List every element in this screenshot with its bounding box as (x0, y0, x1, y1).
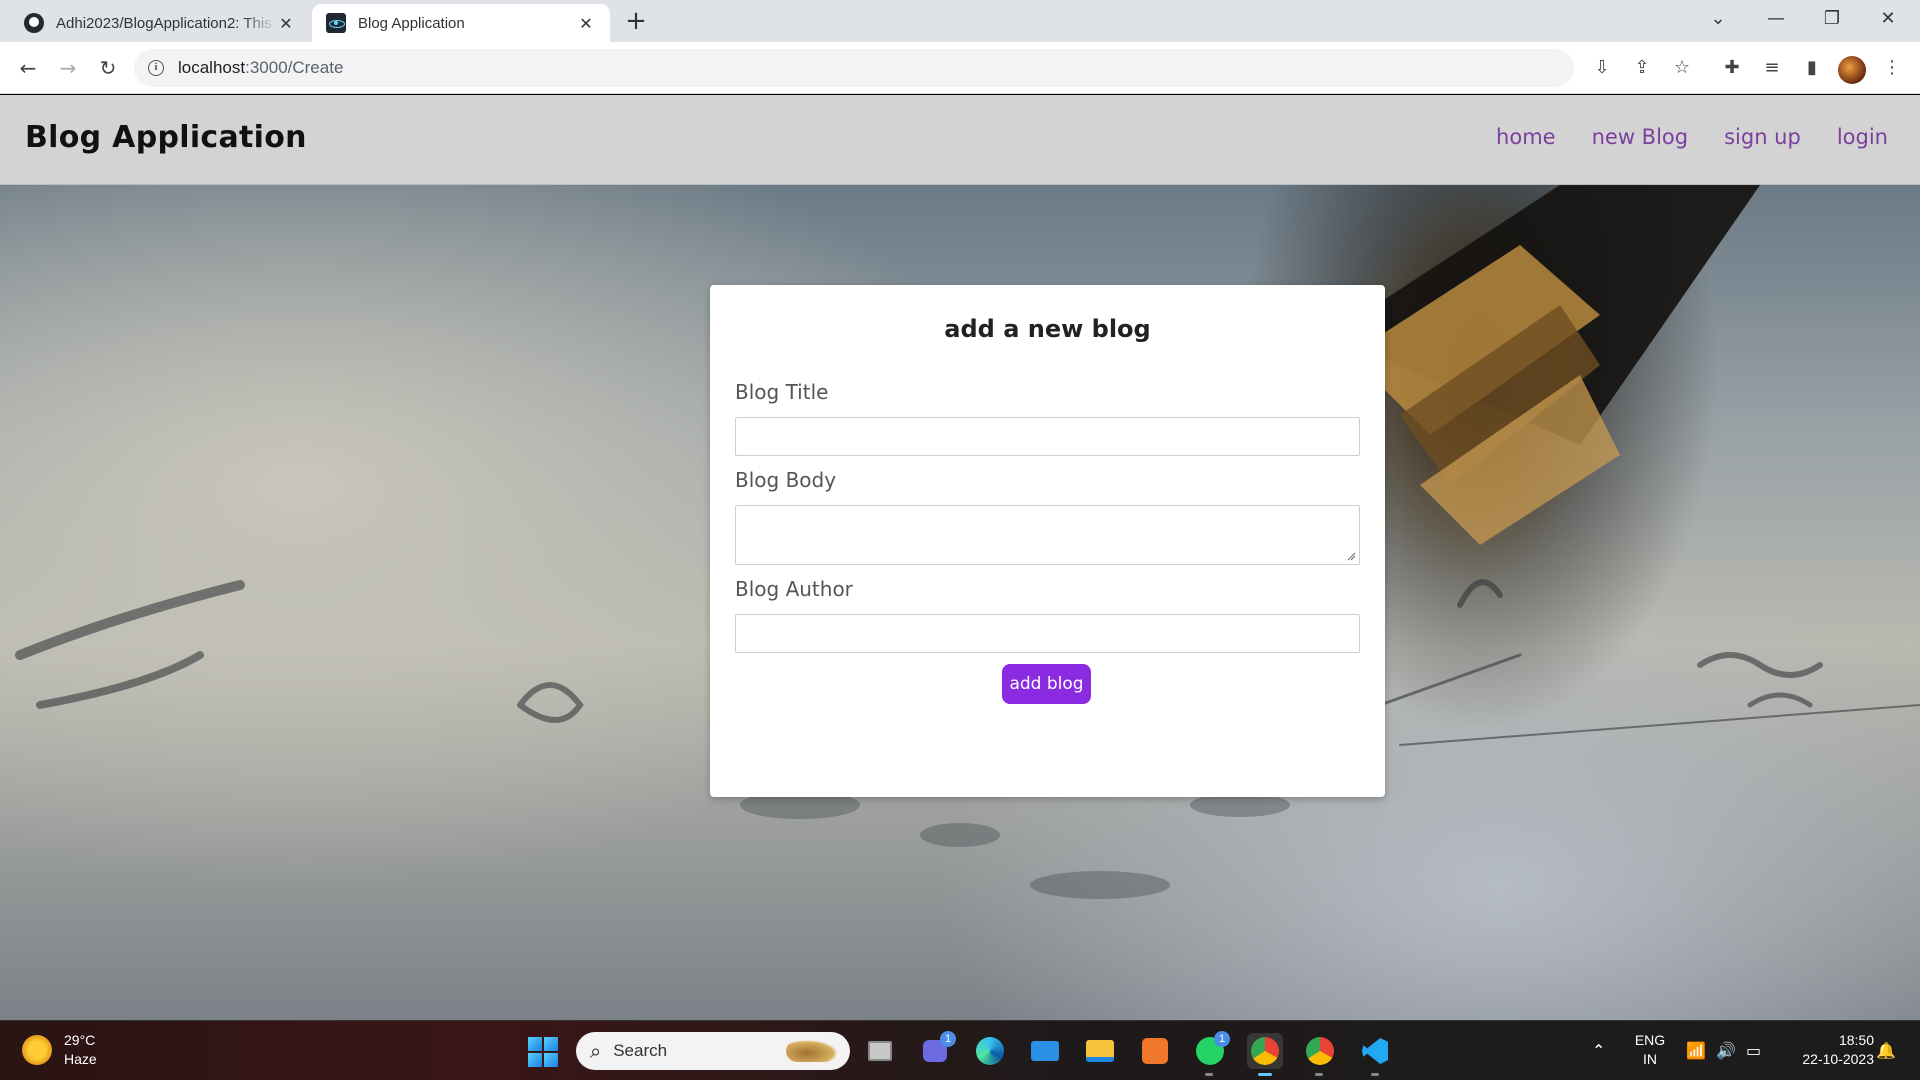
weather-temperature: 29°C (64, 1032, 96, 1048)
forward-icon[interactable]: → (52, 52, 84, 84)
blog-body-textarea[interactable] (735, 505, 1360, 565)
windows-start-icon[interactable] (528, 1037, 558, 1067)
wifi-icon[interactable]: 📶 (1686, 1041, 1706, 1060)
github-icon (24, 13, 44, 33)
clock-time: 18:50 (1838, 1032, 1874, 1048)
tab-blog-application[interactable]: Blog Application ✕ (312, 4, 610, 42)
close-window-button[interactable]: ✕ (1860, 0, 1916, 40)
url-host: localhost (178, 58, 246, 77)
tab-title: Blog Application (358, 14, 465, 32)
search-icon: ⌕ (590, 1039, 602, 1063)
running-app-indicator (1315, 1073, 1323, 1076)
chrome-profile-icon[interactable] (1302, 1033, 1338, 1069)
form-heading: add a new blog (944, 315, 1151, 343)
site-navbar: Blog Application home new Blog sign up l… (0, 95, 1920, 185)
teams-badge: 1 (940, 1031, 956, 1047)
language-code: ENG (1634, 1032, 1666, 1048)
install-icon[interactable]: ⇩ (1588, 54, 1616, 82)
notification-bell-icon[interactable]: 🔔 (1876, 1041, 1896, 1060)
edge-icon[interactable] (972, 1033, 1008, 1069)
react-icon (326, 13, 346, 33)
running-app-indicator (1371, 1073, 1379, 1076)
windows-taskbar: 29°C Haze ⌕ Search 1 1 ⌃ ENG IN 📶 🔊 ▭ 18… (0, 1020, 1920, 1080)
taskbar-search[interactable]: ⌕ Search (576, 1032, 850, 1070)
blog-body-label: Blog Body (735, 468, 837, 492)
url-text: localhost:3000/Create (178, 58, 343, 78)
extensions-icon[interactable]: ✚ (1718, 54, 1746, 82)
add-blog-button[interactable]: add blog (1002, 664, 1091, 704)
browser-tab-strip: Adhi2023/BlogApplication2: This ✕ Blog A… (0, 0, 1920, 42)
search-highlight-icon (786, 1040, 838, 1062)
running-app-indicator (1205, 1073, 1213, 1076)
language-indicator[interactable]: ENG IN (1628, 1031, 1672, 1069)
blog-title-label: Blog Title (735, 380, 829, 404)
battery-icon[interactable]: ▭ (1746, 1041, 1761, 1060)
side-panel-icon[interactable]: ▮ (1798, 54, 1826, 82)
xampp-icon[interactable] (1137, 1033, 1173, 1069)
address-bar[interactable]: i localhost:3000/Create (134, 49, 1574, 87)
show-hidden-icons-chevron-up-icon[interactable]: ⌃ (1592, 1041, 1605, 1060)
clock[interactable]: 18:50 22-10-2023 (1780, 1031, 1874, 1069)
info-icon[interactable]: i (148, 60, 164, 76)
chrome-icon-active[interactable] (1247, 1033, 1283, 1069)
weather-widget[interactable]: 29°C Haze (22, 1031, 97, 1069)
reading-list-icon[interactable]: ≡ (1758, 54, 1786, 82)
nav-link-login[interactable]: login (1837, 125, 1888, 149)
blog-title-input[interactable] (735, 417, 1360, 456)
weather-sun-icon (22, 1035, 52, 1065)
mail-icon[interactable] (1027, 1033, 1063, 1069)
menu-dots-icon[interactable]: ⋮ (1878, 54, 1906, 82)
active-app-indicator (1258, 1073, 1272, 1076)
file-explorer-icon[interactable] (1082, 1033, 1118, 1069)
restore-button[interactable]: ❐ (1804, 0, 1860, 40)
tab-title: Adhi2023/BlogApplication2: This (56, 14, 272, 32)
bookmark-star-icon[interactable]: ☆ (1668, 54, 1696, 82)
add-blog-card: add a new blog Blog Title Blog Body Blog… (710, 285, 1385, 797)
resize-grip-icon[interactable] (1346, 551, 1356, 561)
tab-github[interactable]: Adhi2023/BlogApplication2: This ✕ (10, 4, 310, 42)
profile-avatar[interactable] (1838, 56, 1866, 84)
browser-toolbar: ← → ↻ i localhost:3000/Create ⇩ ⇪ ☆ ✚ ≡ … (0, 42, 1920, 94)
tab-search-icon[interactable]: ⌄ (1690, 0, 1746, 40)
weather-text: 29°C Haze (64, 1031, 97, 1069)
task-view-icon[interactable] (862, 1033, 898, 1069)
close-tab-icon[interactable]: ✕ (276, 14, 296, 33)
vscode-icon[interactable] (1357, 1033, 1393, 1069)
clock-date: 22-10-2023 (1802, 1051, 1874, 1067)
nav-link-sign-up[interactable]: sign up (1724, 125, 1801, 149)
minimize-button[interactable]: — (1748, 0, 1804, 40)
weather-condition: Haze (64, 1051, 97, 1067)
site-nav-links: home new Blog sign up login (1496, 125, 1888, 149)
new-tab-button[interactable]: + (622, 6, 650, 36)
nav-link-home[interactable]: home (1496, 125, 1556, 149)
language-region: IN (1643, 1051, 1657, 1067)
volume-icon[interactable]: 🔊 (1716, 1041, 1736, 1060)
close-tab-icon[interactable]: ✕ (576, 14, 596, 33)
nav-link-new-blog[interactable]: new Blog (1592, 125, 1689, 149)
blog-author-input[interactable] (735, 614, 1360, 653)
search-label: Search (613, 1041, 668, 1060)
page-viewport: Blog Application home new Blog sign up l… (0, 95, 1920, 1020)
back-icon[interactable]: ← (12, 52, 44, 84)
site-brand: Blog Application (25, 120, 307, 155)
share-icon[interactable]: ⇪ (1628, 54, 1656, 82)
url-path: :3000/Create (245, 58, 344, 77)
blog-author-label: Blog Author (735, 577, 853, 601)
whatsapp-badge: 1 (1214, 1031, 1230, 1047)
reload-icon[interactable]: ↻ (92, 52, 124, 84)
